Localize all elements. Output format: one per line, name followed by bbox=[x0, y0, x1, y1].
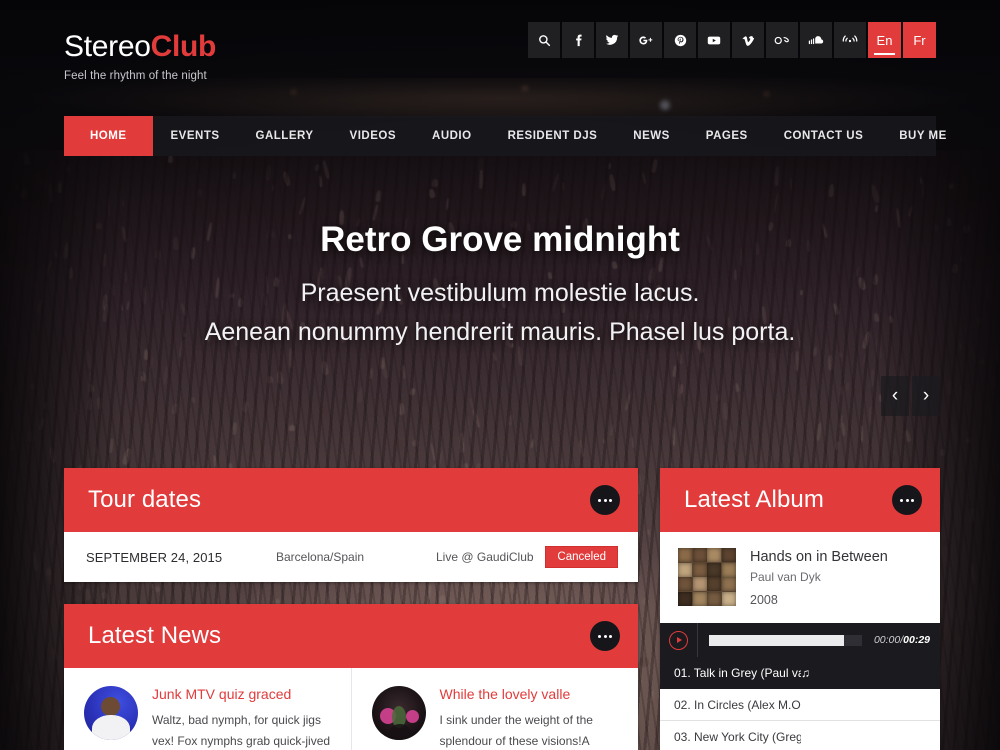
album-meta: Hands on in Between Paul van Dyk 2008 bbox=[750, 548, 888, 607]
nav-item-contact-us[interactable]: CONTACT US bbox=[766, 116, 882, 156]
player-total-time: 00:29 bbox=[903, 634, 930, 646]
hero-subtitle-line-1: Praesent vestibulum molestie lacus. bbox=[300, 279, 700, 308]
news-item: While the lovely valle I sink under the w… bbox=[350, 668, 639, 750]
nav-item-pages[interactable]: PAGES bbox=[688, 116, 766, 156]
panels-area: Tour dates SEPTEMBER 24, 2015 Barcelona/S… bbox=[64, 468, 940, 750]
news-title[interactable]: Junk MTV quiz graced bbox=[152, 686, 333, 703]
left-column: Tour dates SEPTEMBER 24, 2015 Barcelona/S… bbox=[64, 468, 638, 750]
news-title[interactable]: While the lovely valle bbox=[440, 686, 621, 703]
news-excerpt: Waltz, bad nymph, for quick jigs vex! Fo… bbox=[152, 712, 331, 748]
latest-news-list: Junk MTV quiz graced Waltz, bad nymph, fo… bbox=[64, 668, 638, 750]
brand-name-light: Stereo bbox=[64, 30, 151, 63]
pinterest-icon[interactable] bbox=[664, 22, 696, 58]
hero-subtitle-line-2: Aenean nonummy hendrerit mauris. Phasel … bbox=[204, 318, 796, 346]
tour-dates-list: SEPTEMBER 24, 2015 Barcelona/Spain Live @ … bbox=[64, 532, 638, 582]
news-excerpt: I sink under the weight of the splendour… bbox=[439, 712, 593, 748]
album-year: 2008 bbox=[750, 593, 778, 607]
track-label: 01. Talk in Grey (Paul van Dyk Remix) bbox=[674, 665, 801, 680]
vimeo-icon[interactable] bbox=[732, 22, 764, 58]
track-label: 03. New York City (Greg Downey Remix) bbox=[674, 729, 801, 744]
language-button-en[interactable]: En bbox=[868, 22, 901, 58]
nav-item-videos[interactable]: VIDEOS bbox=[332, 116, 414, 156]
slider-prev-arrow[interactable]: ‹ bbox=[881, 376, 909, 416]
main-navigation: HOME EVENTS GALLERY VIDEOS AUDIO RESIDENT DJS… bbox=[64, 116, 946, 156]
nav-item-events[interactable]: EVENTS bbox=[153, 116, 238, 156]
page-root: StereoClub Feel the rhythm of the night … bbox=[0, 0, 1000, 750]
nav-item-resident-djs[interactable]: RESIDENT DJS bbox=[490, 116, 616, 156]
news-text: While the lovely valle I sink under the w… bbox=[440, 686, 621, 750]
nav-item-audio[interactable]: AUDIO bbox=[414, 116, 490, 156]
brand-name-bold: Club bbox=[150, 30, 217, 63]
audio-player: 00:00/00:29 bbox=[660, 623, 940, 657]
hero-title: Retro Grove midnight bbox=[320, 220, 680, 259]
album-info: Hands on in Between Paul van Dyk 2008 bbox=[660, 532, 940, 623]
right-column: Latest Album Hands on in Between Paul va… bbox=[660, 468, 940, 750]
news-thumbnail[interactable] bbox=[371, 686, 426, 740]
player-time: 00:00/00:29 bbox=[874, 634, 930, 646]
facebook-icon[interactable] bbox=[562, 22, 594, 58]
track-label: 02. In Circles (Alex M.O.R.P.H. Remix) bbox=[674, 697, 801, 712]
latest-album-more-button[interactable] bbox=[892, 485, 922, 515]
tour-dates-title: Tour dates bbox=[88, 486, 202, 513]
tour-dates-more-button[interactable] bbox=[590, 485, 620, 515]
tour-venue: Live @ GaudiClub bbox=[436, 550, 534, 564]
latest-album-header: Latest Album bbox=[660, 468, 940, 532]
track-item[interactable]: 01. Talk in Grey (Paul van Dyk Remix)♫ bbox=[660, 657, 940, 689]
album-artist: Paul van Dyk bbox=[750, 570, 821, 584]
nav-item-news[interactable]: NEWS bbox=[615, 116, 688, 156]
music-note-icon: ♫ bbox=[801, 665, 810, 680]
social-links: En Fr bbox=[528, 22, 936, 58]
tour-dates-header: Tour dates bbox=[64, 468, 638, 532]
youtube-icon[interactable] bbox=[698, 22, 730, 58]
lastfm-icon[interactable] bbox=[766, 22, 798, 58]
latest-album-panel: Latest Album Hands on in Between Paul va… bbox=[660, 468, 940, 750]
progress-bar[interactable] bbox=[709, 634, 862, 646]
track-item[interactable]: 03. New York City (Greg Downey Remix) bbox=[660, 721, 940, 750]
slider-arrows: ‹ › bbox=[881, 376, 940, 416]
play-button[interactable] bbox=[669, 630, 688, 650]
player-current-time: 00:00 bbox=[873, 634, 901, 646]
nav-item-gallery[interactable]: GALLERY bbox=[238, 116, 332, 156]
search-icon[interactable] bbox=[528, 22, 560, 58]
latest-news-panel: Latest News Junk MTV quiz graced Waltz, b… bbox=[64, 604, 638, 750]
player-divider bbox=[697, 623, 698, 657]
album-cover-art[interactable] bbox=[678, 548, 736, 606]
tour-date-row: SEPTEMBER 24, 2015 Barcelona/Spain Live @ … bbox=[64, 532, 638, 582]
track-item[interactable]: 02. In Circles (Alex M.O.R.P.H. Remix) bbox=[660, 689, 940, 721]
latest-album-title: Latest Album bbox=[684, 486, 824, 513]
hero-subtitle: Praesent vestibulum molestie lacus. Aene… bbox=[0, 274, 1000, 352]
tour-dates-panel: Tour dates SEPTEMBER 24, 2015 Barcelona/S… bbox=[64, 468, 638, 582]
soundcloud-icon[interactable] bbox=[800, 22, 832, 58]
top-bar: StereoClub Feel the rhythm of the night … bbox=[0, 22, 1000, 94]
rss-icon[interactable] bbox=[834, 22, 866, 58]
track-list: 01. Talk in Grey (Paul van Dyk Remix)♫ 02… bbox=[660, 657, 940, 750]
album-name: Hands on in Between bbox=[750, 549, 888, 565]
hero-caption: Retro Grove midnight Praesent vestibulum… bbox=[0, 220, 1000, 352]
news-text: Junk MTV quiz graced Waltz, bad nymph, fo… bbox=[152, 686, 333, 750]
google-plus-icon[interactable] bbox=[630, 22, 662, 58]
news-thumbnail[interactable] bbox=[84, 686, 138, 740]
news-item: Junk MTV quiz graced Waltz, bad nymph, fo… bbox=[64, 668, 351, 750]
brand-title: StereoClub bbox=[64, 32, 216, 62]
brand-logo[interactable]: StereoClub Feel the rhythm of the night bbox=[64, 32, 216, 83]
status-badge[interactable]: Canceled bbox=[545, 546, 618, 568]
tour-date: SEPTEMBER 24, 2015 bbox=[86, 549, 223, 565]
latest-news-more-button[interactable] bbox=[590, 621, 620, 651]
twitter-icon[interactable] bbox=[596, 22, 628, 58]
nav-item-home[interactable]: HOME bbox=[64, 116, 153, 156]
latest-news-header: Latest News bbox=[64, 604, 638, 668]
latest-news-title: Latest News bbox=[88, 622, 222, 649]
slider-next-arrow[interactable]: › bbox=[912, 376, 940, 416]
brand-tagline: Feel the rhythm of the night bbox=[64, 70, 207, 82]
tour-location: Barcelona/Spain bbox=[276, 550, 365, 564]
nav-item-buy-me[interactable]: BUY ME bbox=[881, 116, 965, 156]
language-button-fr[interactable]: Fr bbox=[903, 22, 936, 58]
